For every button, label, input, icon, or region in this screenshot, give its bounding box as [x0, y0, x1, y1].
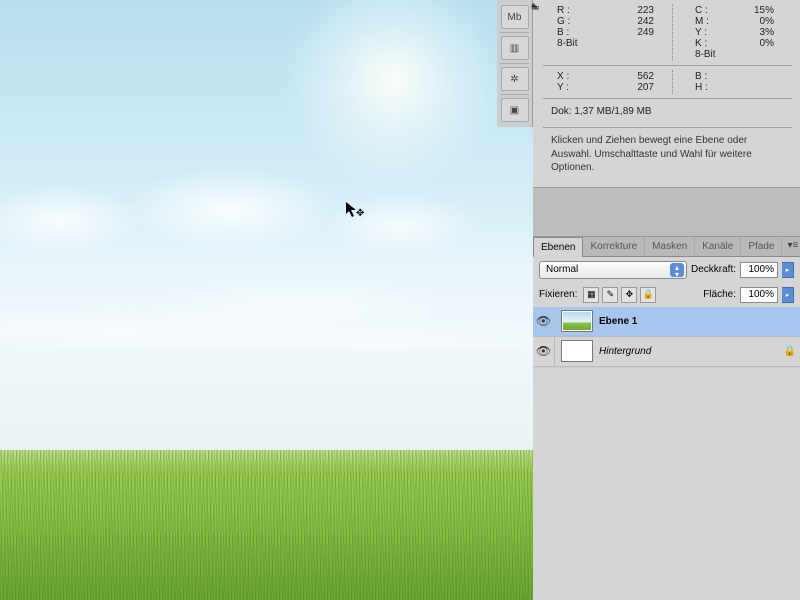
y-value: 207 — [587, 82, 672, 93]
layer-name[interactable]: Ebene 1 — [599, 316, 780, 327]
layer-thumbnail[interactable] — [561, 310, 593, 332]
g-label: G : — [543, 16, 587, 27]
layer-lock-icon: 🔒 — [780, 346, 800, 357]
document-canvas[interactable]: ✥ — [0, 0, 533, 600]
lock-transparency-icon[interactable]: ▦ — [583, 287, 599, 303]
h-label: H : — [681, 82, 725, 93]
cmyk-depth: 8-Bit — [681, 49, 725, 60]
document-size: Dok: 1,37 MB/1,89 MB — [543, 103, 792, 123]
blend-mode-select[interactable]: Normal ▴▾ — [539, 261, 687, 279]
c-label: C : — [681, 5, 725, 16]
tool-mb[interactable]: Mb — [501, 5, 529, 29]
lock-position-icon[interactable]: ✥ — [621, 287, 637, 303]
fill-field[interactable]: 100% — [740, 287, 778, 303]
right-column: ✎R :223 G :242 B :249 8-Bit ✎C :15% M :0… — [533, 0, 800, 600]
layer-row[interactable]: 👁 Hintergrund 🔒 — [533, 337, 800, 367]
visibility-toggle-icon[interactable]: 👁 — [533, 337, 555, 366]
tab-masken[interactable]: Masken — [645, 237, 695, 256]
clouds — [0, 150, 533, 350]
y-label: Y : — [681, 27, 725, 38]
grass — [0, 450, 533, 600]
opacity-label: Deckkraft: — [691, 264, 736, 275]
y-label: Y : — [543, 82, 587, 93]
layer-name[interactable]: Hintergrund — [599, 346, 780, 357]
tool-swatches-icon[interactable]: ▥ — [501, 36, 529, 60]
dimensions-icon: ▭ — [531, 2, 540, 13]
k-label: K : — [681, 38, 725, 49]
rgb-depth: 8-Bit — [543, 38, 587, 49]
blend-row: Normal ▴▾ Deckkraft: 100% ▸ — [533, 257, 800, 283]
r-label: R : — [543, 5, 587, 16]
tab-pfade[interactable]: Pfade — [741, 237, 782, 256]
tab-korrekture[interactable]: Korrekture — [583, 237, 645, 256]
visibility-toggle-icon[interactable]: 👁 — [533, 307, 555, 336]
layer-row[interactable]: 👁 Ebene 1 — [533, 307, 800, 337]
tool-hint: Klicken und Ziehen bewegt eine Ebene ode… — [543, 132, 792, 181]
select-arrows-icon: ▴▾ — [670, 263, 684, 277]
m-label: M : — [681, 16, 725, 27]
b-label: B : — [543, 27, 587, 38]
tab-ebenen[interactable]: Ebenen — [533, 237, 583, 257]
b-value: 249 — [587, 27, 672, 38]
k-value: 0% — [725, 38, 792, 49]
w-value — [725, 71, 792, 82]
vertical-toolstrip: Mb ▥ ✲ ▣ — [497, 0, 533, 127]
lock-pixels-icon[interactable]: ✎ — [602, 287, 618, 303]
layer-thumbnail[interactable] — [561, 340, 593, 362]
tool-navigator-icon[interactable]: ✲ — [501, 67, 529, 91]
layers-empty-area — [533, 367, 800, 579]
info-panel: ✎R :223 G :242 B :249 8-Bit ✎C :15% M :0… — [533, 0, 800, 187]
c-value: 15% — [725, 5, 792, 16]
panel-tabs: Ebenen Korrekture Masken Kanäle Pfade ▾≡ — [533, 237, 800, 257]
lock-row: Fixieren: ▦ ✎ ✥ 🔒 Fläche: 100% ▸ — [533, 283, 800, 307]
layers-list: 👁 Ebene 1 👁 Hintergrund 🔒 — [533, 307, 800, 367]
x-value: 562 — [587, 71, 672, 82]
fill-label: Fläche: — [703, 289, 736, 300]
g-value: 242 — [587, 16, 672, 27]
tool-histogram-icon[interactable]: ▣ — [501, 98, 529, 122]
m-value: 0% — [725, 16, 792, 27]
fill-flyout-icon[interactable]: ▸ — [782, 287, 794, 303]
lock-label: Fixieren: — [539, 289, 577, 300]
x-label: X : — [543, 71, 587, 82]
lock-all-icon[interactable]: 🔒 — [640, 287, 656, 303]
blend-mode-value: Normal — [546, 264, 578, 275]
opacity-field[interactable]: 100% — [740, 262, 778, 278]
tab-kanale[interactable]: Kanäle — [695, 237, 741, 256]
opacity-flyout-icon[interactable]: ▸ — [782, 262, 794, 278]
r-value: 223 — [587, 5, 672, 16]
h-value — [725, 82, 792, 93]
panel-gap — [533, 187, 800, 237]
w-label: B : — [681, 71, 725, 82]
panel-menu-icon[interactable]: ▾≡ — [782, 237, 800, 256]
y-value: 3% — [725, 27, 792, 38]
